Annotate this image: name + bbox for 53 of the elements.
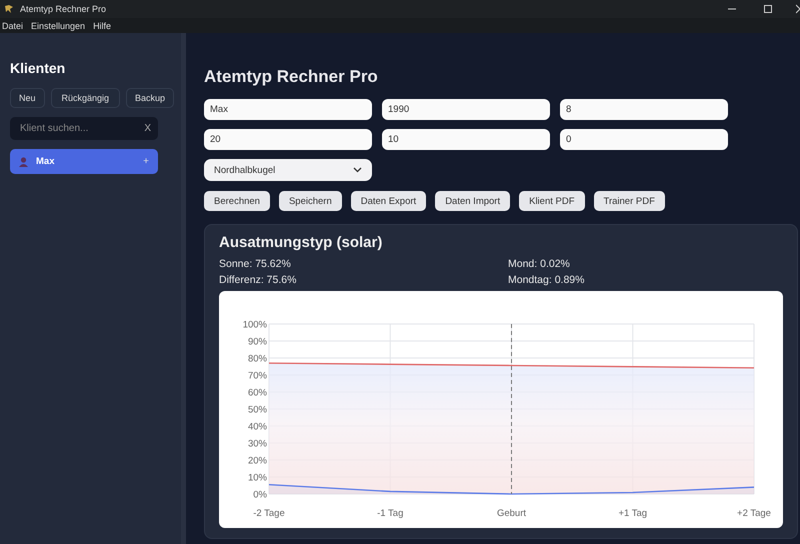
sidebar-button[interactable]: Neu xyxy=(10,88,45,108)
add-button[interactable]: + xyxy=(143,156,149,167)
y-tick-label: 70% xyxy=(248,370,267,382)
y-tick-label: 50% xyxy=(248,404,267,416)
search-field[interactable]: Klient suchen... X xyxy=(10,117,158,140)
sidebar-button[interactable]: Backup xyxy=(126,88,174,108)
action-button[interactable]: Daten Import xyxy=(435,191,510,211)
menu-item[interactable]: Hilfe xyxy=(93,20,112,30)
y-tick-label: 100% xyxy=(242,320,267,330)
stat-text: Mond: 0.02% xyxy=(508,258,571,270)
close-icon[interactable] xyxy=(796,4,800,14)
x-tick-label: Geburt xyxy=(496,508,526,519)
maximize-icon[interactable] xyxy=(763,4,773,14)
y-tick-label: 60% xyxy=(248,388,267,398)
input-field[interactable]: 20 xyxy=(204,129,372,150)
y-tick-label: 20% xyxy=(248,456,267,466)
client-name: Max xyxy=(36,156,56,167)
y-tick-label: 30% xyxy=(248,438,267,450)
hemisphere-dropdown[interactable]: Nordhalbkugel xyxy=(204,159,372,181)
input-field[interactable]: 0 xyxy=(560,129,728,150)
x-tick-label: -2 Tage xyxy=(253,508,285,519)
action-button[interactable]: Berechnen xyxy=(204,191,270,211)
y-tick-label: 90% xyxy=(248,336,267,348)
input-field[interactable]: Max xyxy=(204,99,372,120)
app-icon xyxy=(4,4,14,14)
stat-text: Sonne: 75.62% xyxy=(219,258,292,270)
client-item[interactable]: Max + xyxy=(10,149,158,174)
y-tick-label: 40% xyxy=(248,422,267,432)
chevron-icon xyxy=(353,167,362,173)
action-button[interactable]: Klient PDF xyxy=(519,191,585,211)
x-tick-label: +2 Tage xyxy=(737,508,771,519)
action-button[interactable]: Daten Export xyxy=(350,191,426,211)
clear-button[interactable]: X xyxy=(144,123,151,134)
input-field[interactable]: 10 xyxy=(382,129,550,150)
menu-item[interactable]: Datei xyxy=(2,20,24,30)
sidebar-button[interactable]: Rückgängig xyxy=(50,88,120,108)
y-tick-label: 10% xyxy=(248,472,267,484)
page-title: Atemtyp Rechner Pro xyxy=(204,67,379,87)
y-tick-label: 80% xyxy=(248,354,267,364)
x-tick-label: -1 Tag xyxy=(377,508,404,519)
input-field[interactable]: 1990 xyxy=(382,99,550,120)
y-tick-label: 0% xyxy=(253,490,267,500)
input-field[interactable]: 8 xyxy=(560,99,728,120)
sidebar-title: Klienten xyxy=(10,60,66,76)
result-title: Ausatmungstyp (solar) xyxy=(219,234,384,251)
action-button[interactable]: Speichern xyxy=(278,191,342,211)
stat-text: Mondtag: 0.89% xyxy=(508,274,586,286)
menu-item[interactable]: Einstellungen xyxy=(31,20,86,30)
window-title: Atemtyp Rechner Pro xyxy=(20,4,106,14)
stat-text: Differenz: 75.6% xyxy=(219,274,298,286)
action-button[interactable]: Trainer PDF xyxy=(594,191,665,211)
user-icon xyxy=(19,156,28,166)
x-tick-label: +1 Tag xyxy=(618,508,648,519)
